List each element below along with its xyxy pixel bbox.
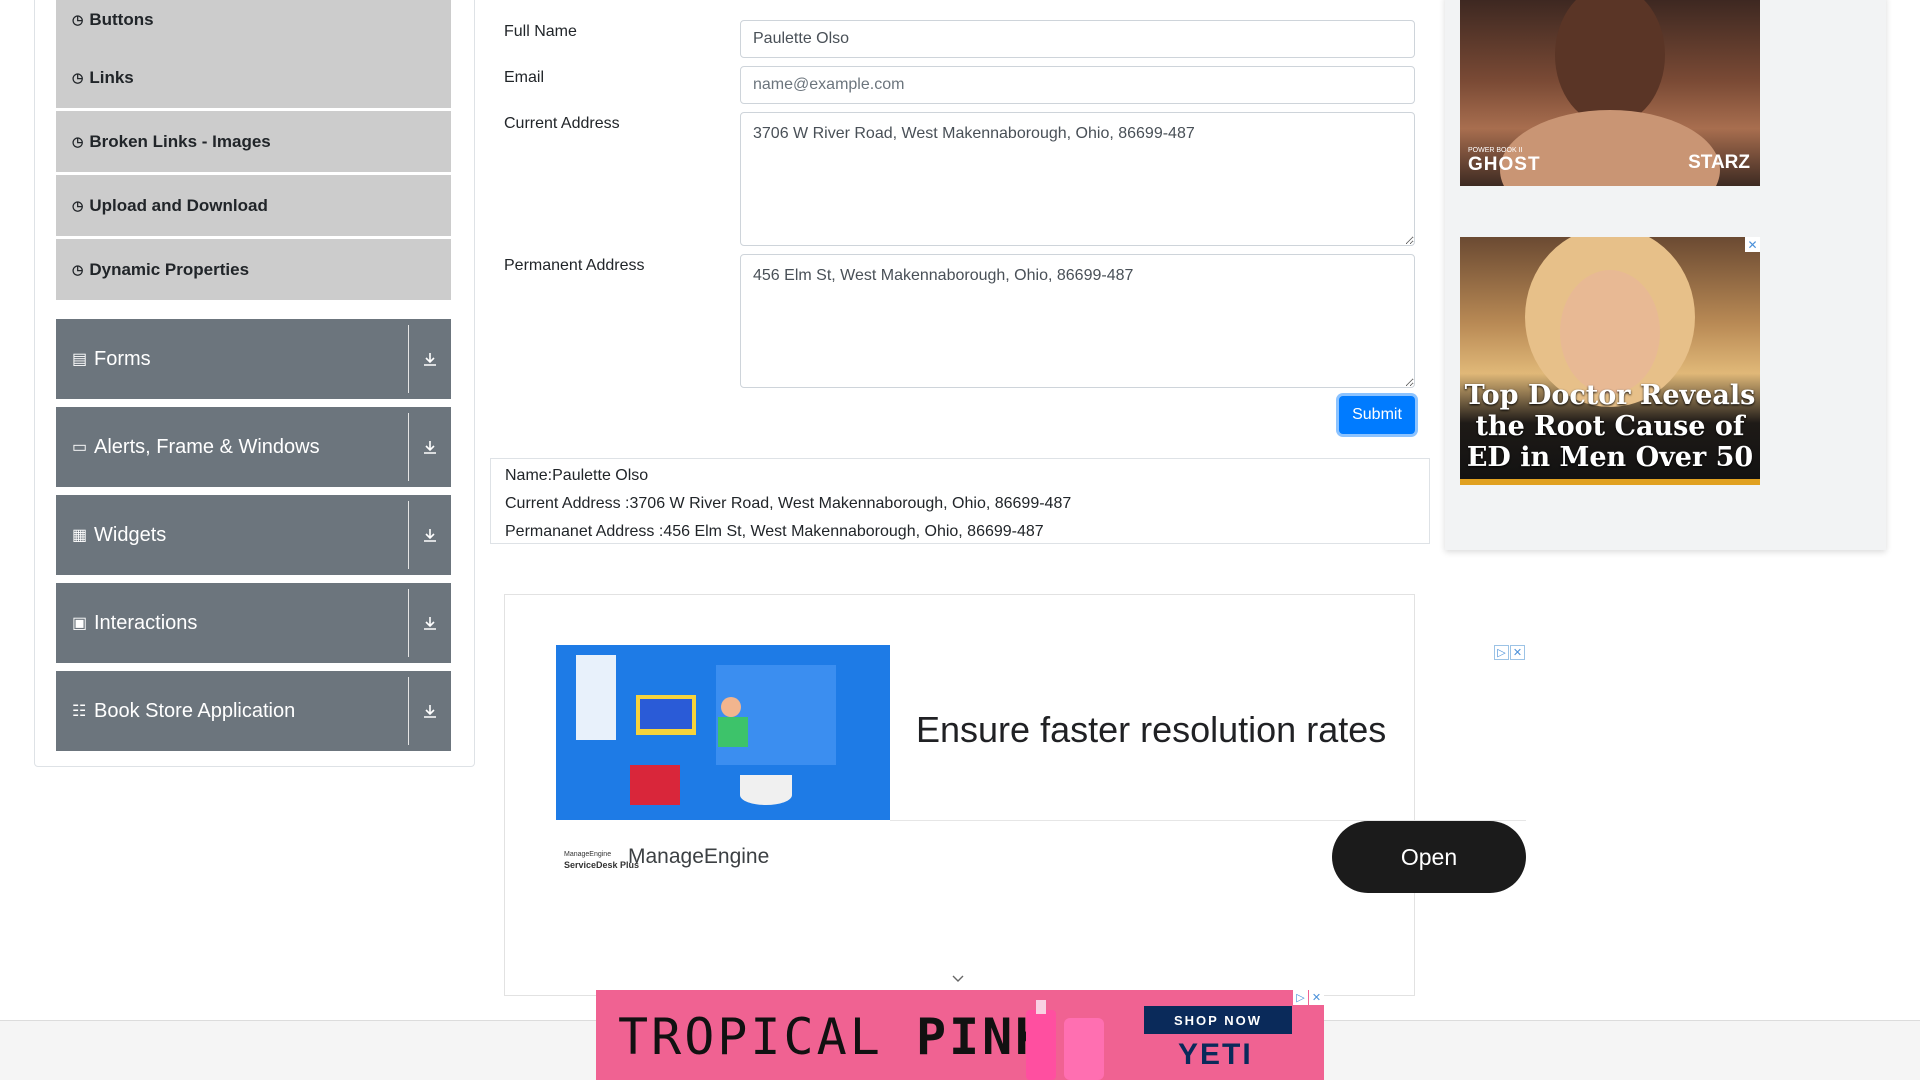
element-icon: ◷: [72, 197, 84, 213]
group-label: Interactions: [94, 611, 198, 634]
download-icon[interactable]: [419, 495, 441, 575]
sidebar-item-dynamic-properties[interactable]: ◷ Dynamic Properties: [56, 239, 451, 301]
ad-brand-name: ManageEngine: [628, 845, 770, 868]
sidebar-item-links[interactable]: ◷ Links: [56, 47, 451, 109]
element-icon: ◷: [72, 261, 84, 277]
group-label: Book Store Application: [94, 699, 296, 722]
ghost-ad[interactable]: POWER BOOK II GHOST STARZ: [1460, 0, 1760, 186]
element-icon: ◷: [72, 133, 84, 149]
yeti-ad-headline: TROPICAL PINK: [618, 1008, 1048, 1066]
sidebar-group-forms[interactable]: ▤ Forms: [56, 319, 451, 399]
ghost-logo: POWER BOOK II GHOST: [1468, 147, 1541, 176]
interactions-icon: ▣: [72, 615, 88, 632]
close-icon[interactable]: ✕: [1510, 645, 1525, 660]
yeti-ad[interactable]: TROPICAL PINK SHOP NOW YETI ▷ ✕: [596, 990, 1324, 1080]
sidebar-item-broken-links[interactable]: ◷ Broken Links - Images: [56, 111, 451, 173]
full-name-label: Full Name: [504, 23, 577, 40]
submit-button[interactable]: Submit: [1339, 396, 1415, 434]
download-icon[interactable]: [419, 671, 441, 751]
email-label: Email: [504, 69, 545, 86]
element-icon: ◷: [72, 11, 84, 27]
download-icon[interactable]: [419, 407, 441, 487]
starz-logo: STARZ: [1688, 152, 1750, 173]
doctor-ad-headline: Top Doctor Reveals the Root Cause of ED …: [1464, 380, 1756, 473]
sidebar-item-buttons[interactable]: ◷ Buttons: [56, 0, 451, 51]
output-current-address: Current Address :3706 W River Road, West…: [505, 495, 1072, 512]
group-divider: [408, 589, 409, 657]
close-icon[interactable]: ✕: [1745, 237, 1760, 252]
adchoices-badge[interactable]: ▷ ✕: [1494, 645, 1525, 660]
output-name: Name:Paulette Olso: [505, 467, 649, 484]
chevron-down-icon[interactable]: [950, 970, 966, 986]
download-icon[interactable]: [419, 319, 441, 399]
manageengine-ad[interactable]: Ensure faster resolution rates ManageEng…: [556, 645, 1526, 895]
sidebar-item-label: Links: [89, 67, 134, 87]
ghost-logo-text: GHOST: [1468, 154, 1541, 175]
ad-open-button[interactable]: Open: [1332, 821, 1526, 893]
window-icon: ▭: [72, 439, 88, 456]
full-name-input[interactable]: [740, 20, 1415, 58]
download-icon[interactable]: [419, 583, 441, 663]
element-icon: ◷: [72, 69, 84, 85]
group-divider: [408, 413, 409, 481]
doctor-ad[interactable]: Top Doctor Reveals the Root Cause of ED …: [1460, 237, 1760, 485]
group-divider: [408, 501, 409, 569]
group-label: Forms: [94, 347, 151, 370]
sidebar-item-label: Broken Links - Images: [89, 131, 271, 151]
sidebar-group-alerts[interactable]: ▭ Alerts, Frame & Windows: [56, 407, 451, 487]
current-address-textarea[interactable]: 3706 W River Road, West Makennaborough, …: [740, 112, 1415, 246]
adchoices-icon[interactable]: ▷: [1293, 990, 1308, 1005]
group-divider: [408, 677, 409, 745]
close-icon[interactable]: ✕: [1309, 990, 1324, 1005]
yeti-ad-tropical: TROPICAL: [618, 1008, 883, 1066]
forms-icon: ▤: [72, 351, 88, 368]
sidebar: ◷ Buttons ◷ Links ◷ Broken Links - Image…: [34, 0, 475, 767]
books-icon: ☷: [72, 703, 87, 720]
sidebar-group-interactions[interactable]: ▣ Interactions: [56, 583, 451, 663]
sidebar-item-label: Buttons: [89, 9, 154, 29]
shop-now-button[interactable]: SHOP NOW: [1144, 1006, 1292, 1034]
adchoices-icon[interactable]: ▷: [1494, 645, 1509, 660]
ad-illustration: [556, 645, 890, 820]
yeti-logo: YETI: [1178, 1038, 1253, 1071]
ad-headline: Ensure faster resolution rates: [916, 709, 1387, 750]
sidebar-item-upload-download[interactable]: ◷ Upload and Download: [56, 175, 451, 237]
group-label: Widgets: [94, 523, 167, 546]
sidebar-item-label: Dynamic Properties: [89, 259, 250, 279]
adchoices-badge[interactable]: ▷ ✕: [1293, 990, 1324, 1005]
current-address-label: Current Address: [504, 115, 620, 132]
output-permanent-address: Permananet Address :456 Elm St, West Mak…: [505, 523, 1044, 540]
doctor-ad-bar: [1460, 479, 1760, 485]
sidebar-item-label: Upload and Download: [89, 195, 268, 215]
group-label: Alerts, Frame & Windows: [94, 435, 320, 458]
permanent-address-textarea[interactable]: 456 Elm St, West Makennaborough, Ohio, 8…: [740, 254, 1415, 388]
sidebar-group-widgets[interactable]: ▦ Widgets: [56, 495, 451, 575]
email-input[interactable]: [740, 66, 1415, 104]
sidebar-group-bookstore[interactable]: ☷ Book Store Application: [56, 671, 451, 751]
output-panel: Name:Paulette Olso Current Address :3706…: [490, 458, 1430, 544]
group-divider: [408, 325, 409, 393]
widgets-icon: ▦: [72, 527, 88, 544]
permanent-address-label: Permanent Address: [504, 257, 645, 274]
ghost-logo-small: POWER BOOK II: [1468, 147, 1523, 154]
tumbler-image: [1026, 1000, 1104, 1080]
